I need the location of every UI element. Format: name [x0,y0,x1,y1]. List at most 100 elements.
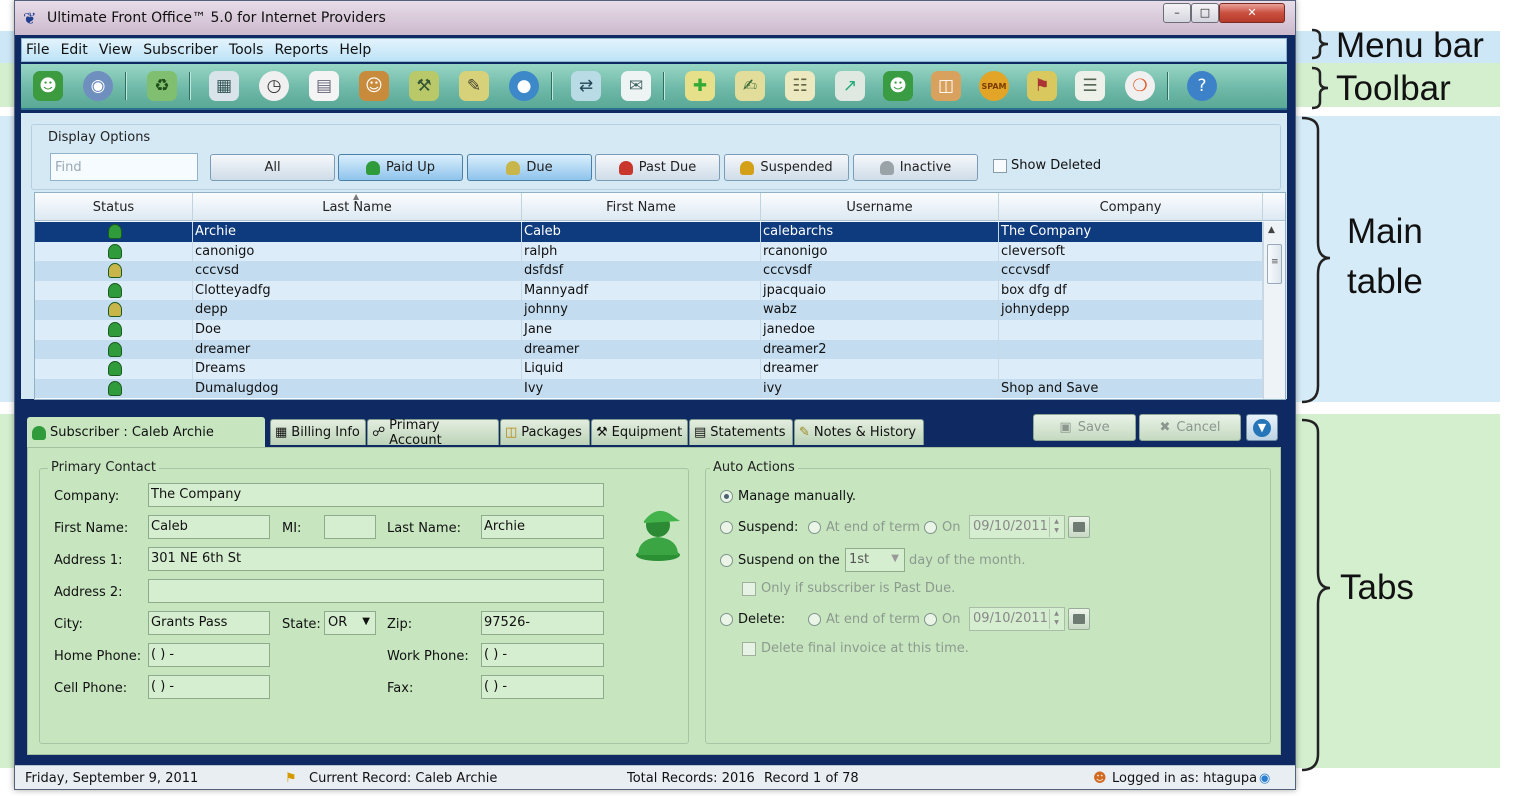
suspend-on-the-circle[interactable] [720,554,733,567]
add-note-icon[interactable]: ✍ [735,71,765,101]
delete-final-invoice-box[interactable] [742,641,756,656]
menu-file[interactable]: File [22,39,52,58]
delete-at-end-of-term-radio[interactable]: At end of term [808,612,920,627]
first-name-field[interactable]: Caleb [148,515,270,539]
menu-view[interactable]: View [95,39,135,58]
table-row[interactable]: Dumalugdog Ivy ivy Shop and Save [35,378,1263,399]
lifebuoy-icon[interactable]: ❍ [1125,71,1155,101]
collapse-panel-button[interactable]: ▼ [1246,414,1278,441]
delete-on-circle[interactable] [924,613,937,626]
tab-equipment[interactable]: ⚒ Equipment [591,419,688,445]
table-row[interactable]: Archie Caleb calebarchs The Company [35,222,1263,242]
list-icon[interactable]: ☰ [1075,71,1105,101]
scroll-up-arrow-icon[interactable]: ▲ [1268,225,1275,235]
column-company[interactable]: Company [999,193,1263,221]
address1-field[interactable]: 301 NE 6th St [148,547,604,571]
user-icon[interactable]: ☻ [883,71,913,101]
suspend-at-end-of-term-radio[interactable]: At end of term [808,520,920,535]
table-row[interactable]: Dreams Liquid dreamer [35,359,1263,379]
suspend-radio[interactable]: Suspend: [720,520,798,535]
home-phone-field[interactable]: ( ) - [148,643,270,667]
delete-radio[interactable]: Delete: [720,612,785,627]
show-deleted-box[interactable] [993,158,1007,173]
cancel-button[interactable]: ✖ Cancel [1139,414,1241,441]
close-button[interactable]: ✕ [1219,3,1285,23]
column-username[interactable]: Username [761,193,999,221]
table-row[interactable]: canonigo ralph rcanonigo cleversoft [35,241,1263,262]
package-icon[interactable]: ◫ [931,71,961,101]
filter-past-due-button[interactable]: Past Due [595,154,720,181]
add-subscriber-icon[interactable]: ☻ [33,71,63,101]
table-row[interactable]: dreamer dreamer dreamer2 [35,339,1263,360]
company-field[interactable]: The Company [148,483,604,507]
transfer-icon[interactable]: ⇄ [571,71,601,101]
date-spinner-icon[interactable]: ▲ ▼ [1049,517,1063,537]
delete-radio-circle[interactable] [720,613,733,626]
last-name-field[interactable]: Archie [481,515,604,539]
new-note-icon[interactable]: ✚ [685,71,715,101]
only-if-past-due-box[interactable] [742,581,756,596]
column-status[interactable]: Status [35,193,193,221]
map-icon[interactable]: ⚑ [1027,71,1057,101]
suspend-on-radio[interactable]: On [924,520,960,535]
tab-billing-info[interactable]: ▦ Billing Info [270,419,366,445]
show-deleted-checkbox[interactable]: Show Deleted [993,158,1101,173]
mi-field[interactable] [324,515,376,539]
tab-packages[interactable]: ◫ Packages [500,419,590,445]
suspend-on-the-radio[interactable]: Suspend on the [720,553,840,568]
minimize-button[interactable]: – [1163,3,1191,23]
tab-notes-history[interactable]: ✎ Notes & History [794,419,924,445]
table-row[interactable]: Doe Jane janedoe [35,320,1263,340]
table-row[interactable]: cccvsd dsfdsf cccvsdf cccvsdf [35,261,1263,281]
menu-subscriber[interactable]: Subscriber [139,39,221,58]
find-input[interactable] [50,153,198,181]
save-button[interactable]: ▣ Save [1033,414,1136,441]
cell-phone-field[interactable]: ( ) - [148,675,270,699]
suspend-calendar-button[interactable] [1068,516,1090,538]
chart-icon[interactable]: ↗ [835,71,865,101]
recycle-bin-icon[interactable]: ♻ [147,71,177,101]
tab-statements[interactable]: ▤ Statements [689,419,793,445]
work-phone-field[interactable]: ( ) - [481,643,604,667]
table-row[interactable]: depp johnny wabz johnydepp [35,300,1263,320]
calculator-icon[interactable]: ▦ [209,71,239,101]
users-icon[interactable]: ☺ [359,71,389,101]
tools-icon[interactable]: ⚒ [409,71,439,101]
title-bar[interactable]: ❦ Ultimate Front Office™ 5.0 for Interne… [15,1,1295,35]
maximize-button[interactable]: □ [1191,3,1219,23]
fax-field[interactable]: ( ) - [481,675,604,699]
suspend-end-of-term-circle[interactable] [808,521,821,534]
only-if-past-due-checkbox[interactable]: Only if subscriber is Past Due. [742,581,955,596]
tab-subscriber[interactable]: Subscriber : Caleb Archie [27,417,265,447]
column-first-name[interactable]: First Name [522,193,761,221]
manage-manually-radio-circle[interactable] [720,490,733,503]
delete-date-field[interactable]: 09/10/2011 ▲ ▼ [969,607,1065,631]
day-select[interactable]: 1st ▼ [845,548,905,572]
delete-on-radio[interactable]: On [924,612,960,627]
filter-suspended-button[interactable]: Suspended [724,154,849,181]
world-icon[interactable]: ● [509,71,539,101]
tab-primary-account[interactable]: ☍ Primary Account [367,418,499,448]
menu-edit[interactable]: Edit [57,39,91,58]
document-icon[interactable]: ▤ [309,71,339,101]
suspend-date-field[interactable]: 09/10/2011 ▲ ▼ [969,515,1065,539]
menu-help[interactable]: Help [335,39,374,58]
edit-note-icon[interactable]: ✎ [459,71,489,101]
menu-tools[interactable]: Tools [225,39,267,58]
globe-icon[interactable]: ◉ [83,71,113,101]
filter-due-button[interactable]: Due [467,154,592,181]
filter-inactive-button[interactable]: Inactive [853,154,978,181]
menu-reports[interactable]: Reports [271,39,332,58]
table-row[interactable]: Clotteyadfg Mannyadf jpacquaio box dfg df [35,280,1263,301]
delete-end-of-term-circle[interactable] [808,613,821,626]
state-select[interactable]: OR ▼ [324,611,376,635]
zip-field[interactable]: 97526- [481,611,604,635]
delete-final-invoice-checkbox[interactable]: Delete final invoice at this time. [742,641,969,656]
report-icon[interactable]: ☷ [785,71,815,101]
scroll-thumb[interactable]: ≡ [1267,244,1282,284]
vertical-scrollbar[interactable]: ▲ ≡ [1263,222,1285,399]
suspend-radio-circle[interactable] [720,521,733,534]
clock-icon[interactable]: ◷ [259,71,289,101]
help-icon[interactable]: ? [1187,71,1217,101]
manage-manually-radio[interactable]: Manage manually. [720,489,856,504]
